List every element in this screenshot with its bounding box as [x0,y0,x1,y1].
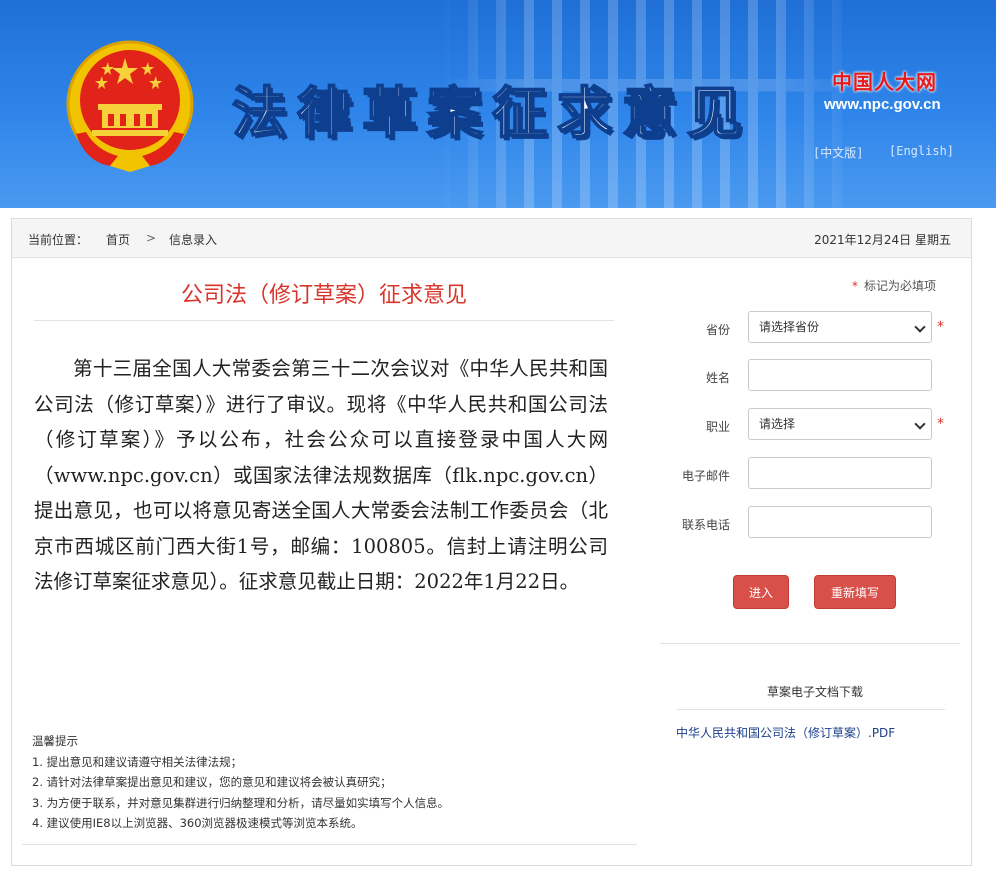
page-title: 公司法（修订草案）征求意见 [180,283,467,308]
tips-item: 1. 提出意见和建议请遵守相关法律法规； [32,754,243,769]
required-star: * [852,279,858,293]
breadcrumb-label: 当前位置： [28,233,89,247]
required-note: * 标记为必填项 [852,277,936,294]
phone-label: 联系电话 [681,518,730,532]
tips-section: 温馨提示 1. 提出意见和建议请遵守相关法律法规； 2. 请针对法律草案提出意见… [32,731,449,834]
breadcrumb-current: 信息录入 [169,233,218,247]
job-label: 职业 [705,420,730,434]
submit-button[interactable]: 进入 [733,575,789,609]
tips-heading: 温馨提示 [32,734,78,748]
name-row: 姓名 [660,359,960,393]
phone-input[interactable] [748,506,932,538]
download-heading: 草案电子文档下载 [766,685,863,699]
required-note-text: 标记为必填项 [864,279,937,293]
tips-item: 4. 建议使用IE8以上浏览器、360浏览器极速模式等浏览本系统。 [32,816,363,830]
content-frame: 当前位置： 首页 > 信息录入 2021年12月24日 星期五 公司法（修订草案… [11,218,972,866]
province-row: 省份 请选择省份 * [660,311,960,345]
job-required-star: * [937,416,944,432]
npc-url[interactable]: www.npc.gov.cn [824,96,941,113]
breadcrumb-home-link[interactable]: 首页 [106,231,130,248]
banner-title: 法律草案征求意见 [231,79,753,146]
reset-button[interactable]: 重新填写 [814,575,896,609]
province-required-star: * [937,319,944,335]
article-body: 第十三届全国人大常委会第三十二次会议对《中华人民共和国公司法（修订草案）》进行了… [34,357,608,593]
breadcrumb: 当前位置： 首页 > 信息录入 2021年12月24日 星期五 [12,219,971,258]
tips-divider [22,844,637,845]
email-label: 电子邮件 [681,469,730,483]
job-row: 职业 请选择 * [660,408,960,442]
tips-item: 2. 请针对法律草案提出意见和建议，您的意见和建议将会被认真研究； [32,775,392,789]
job-select[interactable]: 请选择 [748,408,932,440]
tips-item: 3. 为方便于联系，并对意见集群进行归纳整理和分析，请尽量如实填写个人信息。 [32,795,450,810]
province-select[interactable]: 请选择省份 [748,311,932,343]
lang-english-link[interactable]: [English] [889,144,954,158]
name-input[interactable] [748,359,932,391]
pdf-download-link[interactable]: 中华人民共和国公司法（修订草案）.PDF [676,724,895,741]
email-input[interactable] [748,457,932,489]
panel-divider [660,643,960,644]
email-row: 电子邮件 [660,457,960,491]
download-divider [677,709,945,710]
name-label: 姓名 [705,371,730,385]
title-divider [34,320,614,321]
national-emblem-icon [66,40,194,172]
breadcrumb-separator: > [146,231,157,245]
lang-chinese-link[interactable]: [中文版] [813,144,863,161]
province-label: 省份 [705,323,730,337]
npc-logo[interactable]: 中国人大网 [832,66,937,95]
current-date: 2021年12月24日 星期五 [814,233,951,247]
site-header: 法律草案征求意见 中国人大网 www.npc.gov.cn [中文版] [Eng… [0,0,996,208]
phone-row: 联系电话 [660,506,960,540]
